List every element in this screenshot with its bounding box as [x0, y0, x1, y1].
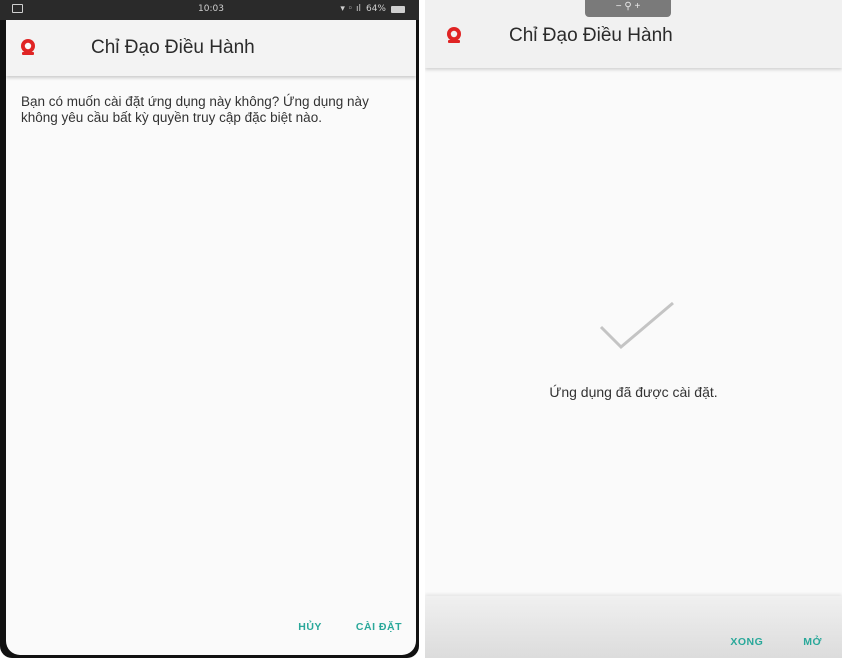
- status-bar: 10:03 ▾ ◦ ıl 64%: [0, 0, 419, 20]
- install-complete-screen: Chỉ Đạo Điều Hành − ⚲ + Ứng dụng đã được…: [425, 0, 842, 658]
- install-button[interactable]: CÀI ĐẶT: [356, 621, 402, 633]
- status-icons: ▾ ◦ ıl 64%: [340, 4, 405, 14]
- status-time: 10:03: [198, 4, 224, 14]
- install-prompt-text: Bạn có muốn cài đặt ứng dụng này không? …: [21, 94, 369, 125]
- install-dialog-screen: Chỉ Đạo Điều Hành Bạn có muốn cài đặt ứn…: [6, 20, 416, 655]
- battery-icon: [391, 5, 405, 13]
- dialog-actions: HỦY CÀI ĐẶT: [298, 621, 402, 633]
- left-phone: 10:03 ▾ ◦ ıl 64% Chỉ Đạo Điều Hành Bạn c…: [0, 0, 419, 658]
- cancel-button[interactable]: HỦY: [298, 621, 322, 633]
- done-button[interactable]: XONG: [730, 636, 763, 648]
- zoom-controls[interactable]: − ⚲ +: [585, 0, 671, 17]
- bottom-action-bar: XONG MỞ: [425, 596, 842, 658]
- app-title: Chỉ Đạo Điều Hành: [509, 25, 673, 46]
- app-title: Chỉ Đạo Điều Hành: [91, 37, 255, 58]
- installed-message: Ứng dụng đã được cài đặt.: [549, 384, 718, 400]
- open-button[interactable]: MỞ: [803, 636, 822, 648]
- battery-percent: 64%: [365, 4, 386, 14]
- completion-actions: XONG MỞ: [730, 636, 822, 648]
- app-logo-icon: [447, 27, 461, 43]
- zoom-icon[interactable]: − ⚲ +: [616, 1, 641, 12]
- app-logo-icon: [21, 39, 35, 55]
- app-bar: Chỉ Đạo Điều Hành: [6, 20, 416, 76]
- checkmark-icon: [599, 301, 674, 350]
- gallery-icon: [12, 4, 23, 13]
- signal-icon: ▾ ◦ ıl: [340, 4, 361, 14]
